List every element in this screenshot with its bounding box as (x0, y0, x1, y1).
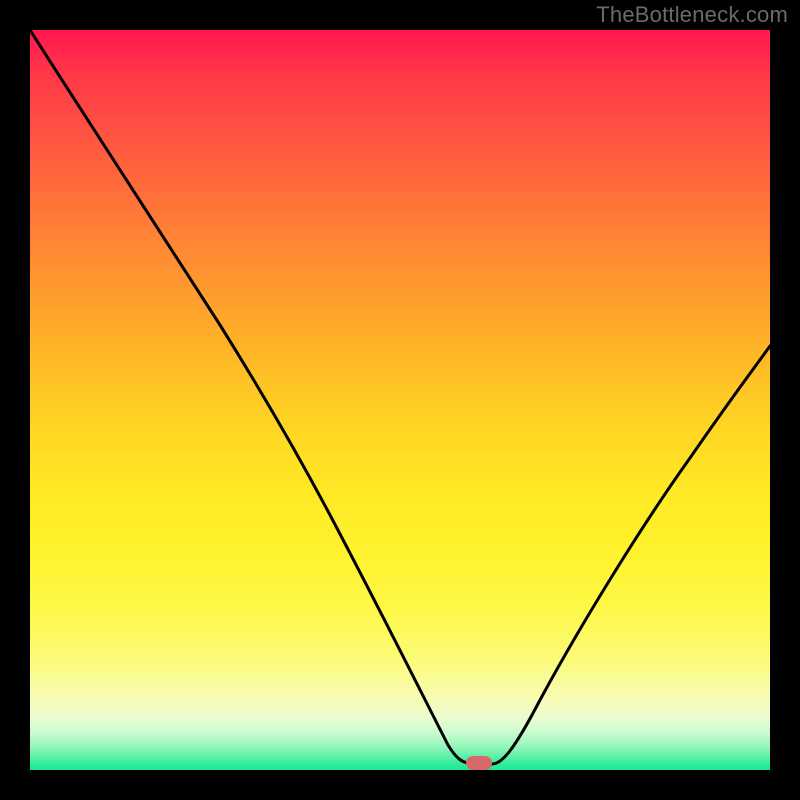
optimum-marker (466, 756, 492, 770)
bottleneck-curve (30, 30, 770, 770)
watermark-text: TheBottleneck.com (596, 2, 788, 28)
plot-area (30, 30, 770, 770)
curve-path (30, 30, 770, 764)
chart-frame: TheBottleneck.com (0, 0, 800, 800)
